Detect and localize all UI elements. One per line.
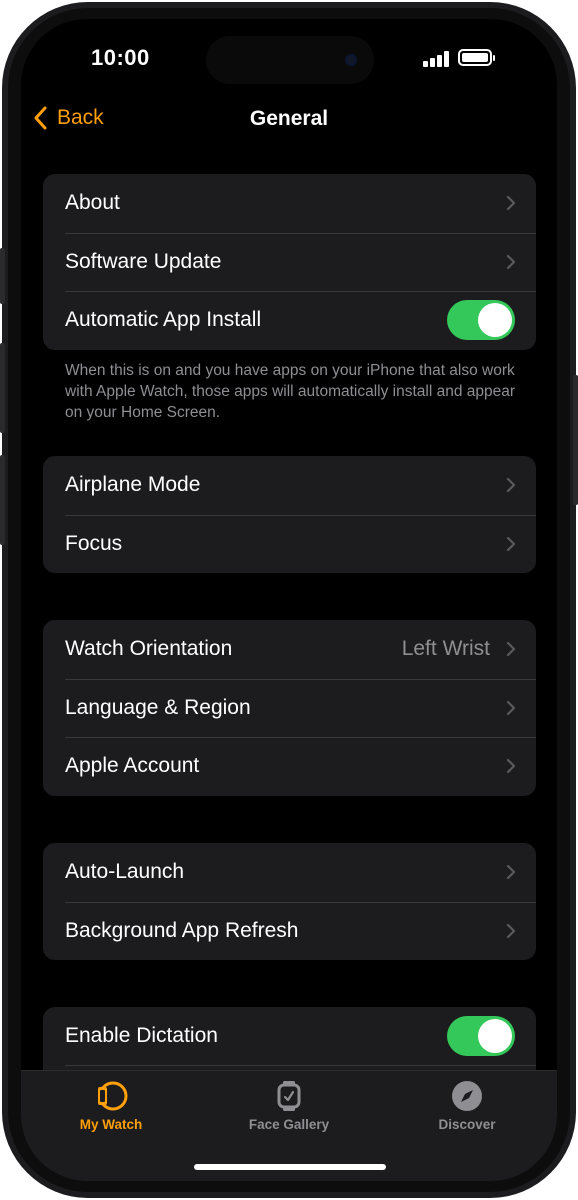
row-label: Background App Refresh: [65, 918, 299, 942]
row-focus[interactable]: Focus: [43, 514, 536, 574]
action-button: [0, 248, 5, 304]
dynamic-island: [206, 36, 374, 84]
row-label: Watch Orientation: [65, 637, 233, 661]
automatic-app-install-toggle[interactable]: [447, 300, 515, 341]
row-label: Focus: [65, 531, 123, 555]
chevron-right-icon: [506, 196, 516, 211]
volume-down-button: [0, 455, 5, 545]
battery-icon: [458, 49, 495, 66]
settings-group-locale: Watch Orientation Left Wrist Language & …: [43, 620, 536, 796]
row-value: Left Wrist: [401, 637, 490, 661]
settings-group-modes: Airplane Mode Focus: [43, 456, 536, 574]
row-label: Auto-Launch: [65, 860, 185, 884]
row-enable-dictation: Enable Dictation: [43, 1007, 536, 1066]
status-time: 10:00: [91, 45, 150, 70]
chevron-right-icon: [506, 865, 516, 880]
volume-up-button: [0, 343, 5, 433]
power-button: [573, 375, 578, 505]
cellular-signal-icon: [423, 51, 451, 67]
chevron-right-icon: [506, 254, 516, 269]
row-label: Language & Region: [65, 695, 251, 719]
chevron-right-icon: [506, 923, 516, 938]
toggle-knob: [478, 1019, 512, 1054]
toggle-knob: [478, 303, 512, 338]
chevron-right-icon: [506, 642, 516, 657]
tab-discover[interactable]: Discover: [387, 1079, 547, 1132]
row-airplane-mode[interactable]: Airplane Mode: [43, 456, 536, 515]
enable-dictation-toggle[interactable]: [447, 1016, 515, 1057]
row-label: About: [65, 191, 120, 215]
chevron-right-icon: [506, 700, 516, 715]
chevron-right-icon: [506, 759, 516, 774]
tab-face-gallery[interactable]: Face Gallery: [209, 1079, 369, 1132]
home-indicator[interactable]: [194, 1164, 386, 1170]
row-software-update[interactable]: Software Update: [43, 232, 536, 292]
screen: 10:00 Back General About Software Update…: [21, 19, 557, 1181]
compass-icon: [452, 1081, 482, 1111]
chevron-right-icon: [506, 478, 516, 493]
row-about[interactable]: About: [43, 174, 536, 233]
row-background-app-refresh[interactable]: Background App Refresh: [43, 901, 536, 961]
chevron-right-icon: [506, 536, 516, 551]
row-language-region[interactable]: Language & Region: [43, 678, 536, 738]
row-watch-orientation[interactable]: Watch Orientation Left Wrist: [43, 620, 536, 679]
row-divider: [65, 1065, 536, 1066]
watch-side-icon: [98, 1081, 128, 1111]
settings-group-general: About Software Update Automatic App Inst…: [43, 174, 536, 350]
settings-group-apps: Auto-Launch Background App Refresh: [43, 843, 536, 961]
tab-label: Discover: [438, 1117, 496, 1132]
camera-icon: [345, 54, 357, 66]
row-label: Apple Account: [65, 754, 200, 778]
row-apple-account[interactable]: Apple Account: [43, 737, 536, 796]
watch-face-icon: [277, 1081, 301, 1111]
tab-label: Face Gallery: [248, 1117, 330, 1132]
row-automatic-app-install: Automatic App Install: [43, 291, 536, 350]
row-label: Software Update: [65, 249, 222, 273]
automatic-install-footnote: When this is on and you have apps on you…: [65, 362, 516, 421]
row-label: Enable Dictation: [65, 1024, 218, 1048]
row-label: Airplane Mode: [65, 473, 201, 497]
tab-label: My Watch: [79, 1117, 143, 1132]
page-title: General: [249, 107, 329, 130]
row-label: Automatic App Install: [65, 308, 262, 332]
tab-my-watch[interactable]: My Watch: [31, 1079, 191, 1132]
row-auto-launch[interactable]: Auto-Launch: [43, 843, 536, 902]
